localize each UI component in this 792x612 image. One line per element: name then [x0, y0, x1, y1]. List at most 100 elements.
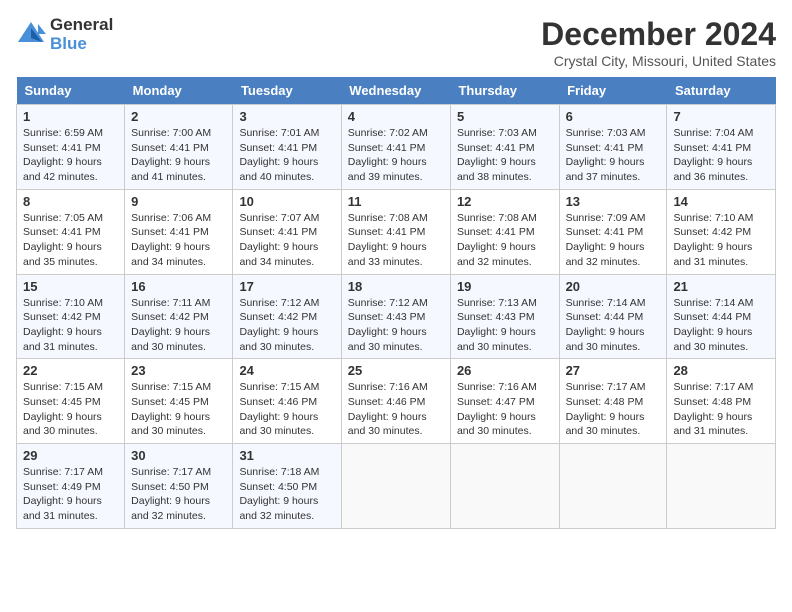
day-info: Sunrise: 7:17 AM Sunset: 4:49 PM Dayligh…: [23, 465, 118, 524]
day-info: Sunrise: 7:18 AM Sunset: 4:50 PM Dayligh…: [239, 465, 334, 524]
calendar-cell: 4 Sunrise: 7:02 AM Sunset: 4:41 PM Daylig…: [341, 105, 450, 190]
day-info: Sunrise: 7:14 AM Sunset: 4:44 PM Dayligh…: [673, 296, 769, 355]
month-title: December 2024: [541, 16, 776, 53]
calendar-cell: 6Sunrise: 7:03 AM Sunset: 4:41 PM Daylig…: [559, 105, 667, 190]
day-info: Sunrise: 7:09 AM Sunset: 4:41 PM Dayligh…: [566, 211, 661, 270]
calendar-week-row: 29 Sunrise: 7:17 AM Sunset: 4:49 PM Dayli…: [17, 444, 776, 529]
day-number: 1: [23, 109, 118, 124]
header-row: SundayMondayTuesdayWednesdayThursdayFrid…: [17, 77, 776, 105]
day-info: Sunrise: 7:16 AM Sunset: 4:46 PM Dayligh…: [348, 380, 444, 439]
calendar-cell: 2 Sunrise: 7:00 AM Sunset: 4:41 PM Daylig…: [125, 105, 233, 190]
day-info: Sunrise: 7:00 AM Sunset: 4:41 PM Dayligh…: [131, 126, 226, 185]
day-number: 21: [673, 279, 769, 294]
weekday-header: Saturday: [667, 77, 776, 105]
calendar-cell: 16 Sunrise: 7:11 AM Sunset: 4:42 PM Dayli…: [125, 274, 233, 359]
day-info: Sunrise: 7:12 AM Sunset: 4:43 PM Dayligh…: [348, 296, 444, 355]
day-number: 13: [566, 194, 661, 209]
weekday-header: Wednesday: [341, 77, 450, 105]
day-info: Sunrise: 7:14 AM Sunset: 4:44 PM Dayligh…: [566, 296, 661, 355]
day-number: 25: [348, 363, 444, 378]
day-info: Sunrise: 7:17 AM Sunset: 4:50 PM Dayligh…: [131, 465, 226, 524]
calendar-cell: 9Sunrise: 7:06 AM Sunset: 4:41 PM Daylig…: [125, 189, 233, 274]
day-number: 20: [566, 279, 661, 294]
day-info: Sunrise: 7:03 AM Sunset: 4:41 PM Dayligh…: [566, 126, 661, 185]
logo-text: General Blue: [50, 16, 113, 53]
calendar-cell: 25 Sunrise: 7:16 AM Sunset: 4:46 PM Dayli…: [341, 359, 450, 444]
day-info: Sunrise: 7:08 AM Sunset: 4:41 PM Dayligh…: [457, 211, 553, 270]
logo-icon: [16, 20, 46, 50]
calendar-body: 1Sunrise: 6:59 AM Sunset: 4:41 PM Daylig…: [17, 105, 776, 529]
day-number: 26: [457, 363, 553, 378]
weekday-header: Friday: [559, 77, 667, 105]
day-info: Sunrise: 7:15 AM Sunset: 4:46 PM Dayligh…: [239, 380, 334, 439]
calendar-cell: 30 Sunrise: 7:17 AM Sunset: 4:50 PM Dayli…: [125, 444, 233, 529]
calendar-cell: [559, 444, 667, 529]
calendar-cell: 13 Sunrise: 7:09 AM Sunset: 4:41 PM Dayli…: [559, 189, 667, 274]
calendar-cell: 21 Sunrise: 7:14 AM Sunset: 4:44 PM Dayli…: [667, 274, 776, 359]
calendar-header: SundayMondayTuesdayWednesdayThursdayFrid…: [17, 77, 776, 105]
calendar-cell: 14 Sunrise: 7:10 AM Sunset: 4:42 PM Dayli…: [667, 189, 776, 274]
day-info: Sunrise: 7:03 AM Sunset: 4:41 PM Dayligh…: [457, 126, 553, 185]
calendar-cell: 26 Sunrise: 7:16 AM Sunset: 4:47 PM Dayli…: [450, 359, 559, 444]
day-info: Sunrise: 7:10 AM Sunset: 4:42 PM Dayligh…: [673, 211, 769, 270]
title-area: December 2024 Crystal City, Missouri, Un…: [541, 16, 776, 69]
calendar-cell: 31Sunrise: 7:18 AM Sunset: 4:50 PM Dayli…: [233, 444, 341, 529]
calendar-cell: 12 Sunrise: 7:08 AM Sunset: 4:41 PM Dayli…: [450, 189, 559, 274]
calendar-week-row: 22 Sunrise: 7:15 AM Sunset: 4:45 PM Dayli…: [17, 359, 776, 444]
calendar-cell: 24Sunrise: 7:15 AM Sunset: 4:46 PM Dayli…: [233, 359, 341, 444]
location: Crystal City, Missouri, United States: [541, 53, 776, 69]
day-info: Sunrise: 7:10 AM Sunset: 4:42 PM Dayligh…: [23, 296, 118, 355]
weekday-header: Sunday: [17, 77, 125, 105]
day-info: Sunrise: 7:16 AM Sunset: 4:47 PM Dayligh…: [457, 380, 553, 439]
calendar-week-row: 1Sunrise: 6:59 AM Sunset: 4:41 PM Daylig…: [17, 105, 776, 190]
day-number: 17: [239, 279, 334, 294]
day-number: 27: [566, 363, 661, 378]
calendar-cell: 22 Sunrise: 7:15 AM Sunset: 4:45 PM Dayli…: [17, 359, 125, 444]
calendar-cell: 8Sunrise: 7:05 AM Sunset: 4:41 PM Daylig…: [17, 189, 125, 274]
day-number: 29: [23, 448, 118, 463]
logo: General Blue: [16, 16, 113, 53]
day-number: 11: [348, 194, 444, 209]
day-number: 16: [131, 279, 226, 294]
day-info: Sunrise: 7:13 AM Sunset: 4:43 PM Dayligh…: [457, 296, 553, 355]
day-number: 14: [673, 194, 769, 209]
day-info: Sunrise: 7:15 AM Sunset: 4:45 PM Dayligh…: [23, 380, 118, 439]
day-info: Sunrise: 7:15 AM Sunset: 4:45 PM Dayligh…: [131, 380, 226, 439]
day-number: 2: [131, 109, 226, 124]
calendar-cell: 29 Sunrise: 7:17 AM Sunset: 4:49 PM Dayli…: [17, 444, 125, 529]
day-number: 4: [348, 109, 444, 124]
calendar-cell: 15 Sunrise: 7:10 AM Sunset: 4:42 PM Dayli…: [17, 274, 125, 359]
day-number: 3: [239, 109, 334, 124]
day-number: 18: [348, 279, 444, 294]
calendar-cell: 11 Sunrise: 7:08 AM Sunset: 4:41 PM Dayli…: [341, 189, 450, 274]
day-number: 15: [23, 279, 118, 294]
page-header: General Blue December 2024 Crystal City,…: [16, 16, 776, 69]
calendar-week-row: 8Sunrise: 7:05 AM Sunset: 4:41 PM Daylig…: [17, 189, 776, 274]
day-info: Sunrise: 7:17 AM Sunset: 4:48 PM Dayligh…: [566, 380, 661, 439]
calendar-table: SundayMondayTuesdayWednesdayThursdayFrid…: [16, 77, 776, 529]
day-info: Sunrise: 7:11 AM Sunset: 4:42 PM Dayligh…: [131, 296, 226, 355]
day-info: Sunrise: 7:12 AM Sunset: 4:42 PM Dayligh…: [239, 296, 334, 355]
day-info: Sunrise: 7:07 AM Sunset: 4:41 PM Dayligh…: [239, 211, 334, 270]
calendar-cell: 28Sunrise: 7:17 AM Sunset: 4:48 PM Dayli…: [667, 359, 776, 444]
calendar-cell: 23Sunrise: 7:15 AM Sunset: 4:45 PM Dayli…: [125, 359, 233, 444]
calendar-cell: [667, 444, 776, 529]
calendar-cell: 17 Sunrise: 7:12 AM Sunset: 4:42 PM Dayli…: [233, 274, 341, 359]
weekday-header: Thursday: [450, 77, 559, 105]
calendar-cell: 3Sunrise: 7:01 AM Sunset: 4:41 PM Daylig…: [233, 105, 341, 190]
calendar-cell: [341, 444, 450, 529]
day-info: Sunrise: 7:02 AM Sunset: 4:41 PM Dayligh…: [348, 126, 444, 185]
calendar-cell: 19Sunrise: 7:13 AM Sunset: 4:43 PM Dayli…: [450, 274, 559, 359]
day-number: 22: [23, 363, 118, 378]
day-info: Sunrise: 7:08 AM Sunset: 4:41 PM Dayligh…: [348, 211, 444, 270]
day-number: 30: [131, 448, 226, 463]
day-number: 9: [131, 194, 226, 209]
day-info: Sunrise: 7:17 AM Sunset: 4:48 PM Dayligh…: [673, 380, 769, 439]
day-info: Sunrise: 7:05 AM Sunset: 4:41 PM Dayligh…: [23, 211, 118, 270]
calendar-week-row: 15 Sunrise: 7:10 AM Sunset: 4:42 PM Dayli…: [17, 274, 776, 359]
weekday-header: Monday: [125, 77, 233, 105]
day-number: 7: [673, 109, 769, 124]
calendar-cell: 7Sunrise: 7:04 AM Sunset: 4:41 PM Daylig…: [667, 105, 776, 190]
day-number: 12: [457, 194, 553, 209]
calendar-cell: 27 Sunrise: 7:17 AM Sunset: 4:48 PM Dayli…: [559, 359, 667, 444]
